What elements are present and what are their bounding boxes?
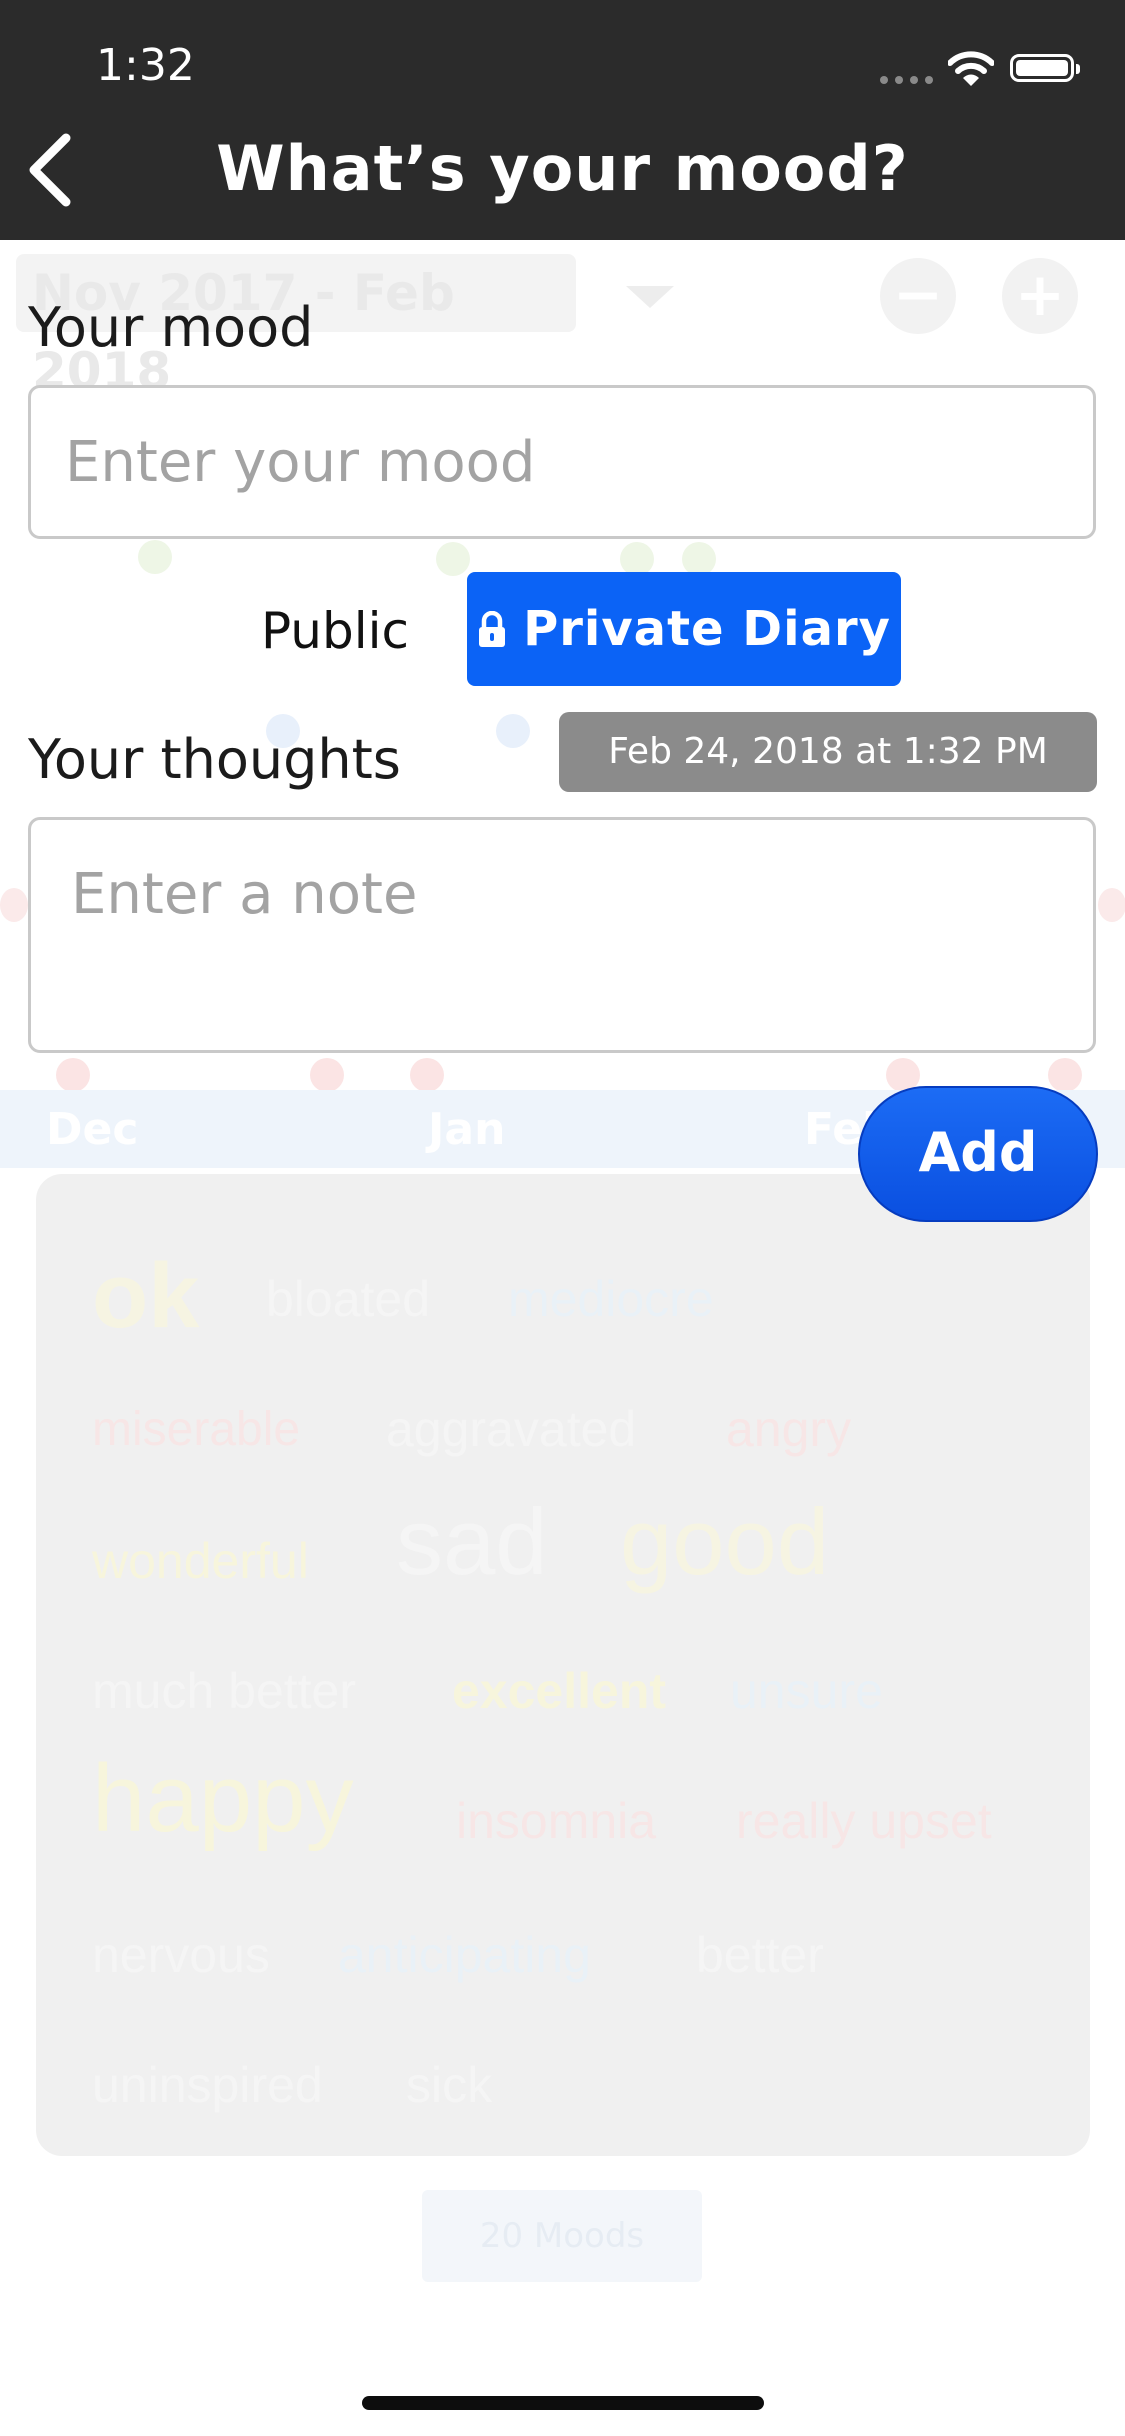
mood-count-button: 20 Moods (422, 2190, 702, 2282)
mood-input[interactable] (28, 385, 1096, 539)
cloud-word: ok (92, 1245, 200, 1347)
cloud-word: insomnia (456, 1793, 657, 1849)
public-toggle-button[interactable]: Public (230, 572, 440, 690)
cloud-word: aggravated (386, 1401, 637, 1457)
chart-dot (682, 542, 716, 576)
cloud-word: excellent (452, 1663, 667, 1719)
month-label: Dec (46, 1104, 139, 1155)
chart-dot (1048, 1058, 1082, 1092)
page-title: What’s your mood? (216, 132, 909, 205)
chart-dot (1098, 888, 1125, 922)
cloud-word: much better (92, 1663, 357, 1719)
cloud-word: better (696, 1927, 824, 1983)
chevron-down-icon (626, 286, 674, 308)
date-time-button[interactable]: Feb 24, 2018 at 1:32 PM (559, 712, 1097, 792)
wifi-icon (948, 51, 994, 86)
cloud-word: nervous (92, 1927, 270, 1983)
zoom-out-icon: − (880, 258, 956, 334)
chart-dot (138, 540, 172, 574)
chart-dot (0, 888, 28, 922)
chart-dot (436, 542, 470, 576)
cloud-word: uninspired (92, 2057, 323, 2113)
battery-icon (1010, 54, 1080, 82)
cloud-word: happy (92, 1745, 354, 1852)
chart-dot (410, 1058, 444, 1092)
cloud-word: sad (396, 1489, 548, 1594)
chart-dot (310, 1058, 344, 1092)
cloud-word: mediocre (508, 1271, 714, 1327)
cloud-word: wonderful (92, 1533, 309, 1589)
cloud-word: anticipating (338, 1927, 591, 1983)
month-label: Jan (428, 1104, 506, 1155)
zoom-in-icon: + (1002, 258, 1078, 334)
cellular-signal-icon (880, 76, 934, 84)
status-time: 1:32 (96, 40, 195, 91)
add-button[interactable]: Add (858, 1086, 1098, 1222)
mood-word-cloud: ok bloated mediocre miserable aggravated… (36, 1174, 1090, 2156)
thoughts-label: Your thoughts (28, 728, 401, 791)
chart-dot (496, 714, 530, 748)
note-input[interactable] (28, 817, 1096, 1053)
cloud-word: good (620, 1489, 830, 1594)
cloud-word: bloated (266, 1271, 431, 1327)
cloud-word: miserable (92, 1403, 301, 1456)
cloud-word: unsure (730, 1663, 883, 1719)
cloud-word: really upset (736, 1793, 992, 1849)
chart-dot (56, 1058, 90, 1092)
mood-label: Your mood (28, 296, 314, 359)
private-diary-label: Private Diary (523, 601, 891, 657)
lock-icon (479, 611, 506, 647)
home-indicator[interactable] (362, 2396, 764, 2410)
cloud-word: angry (726, 1401, 852, 1457)
cloud-word: sick (406, 2057, 493, 2113)
chart-dot (620, 542, 654, 576)
private-diary-button[interactable]: Private Diary (467, 572, 901, 686)
